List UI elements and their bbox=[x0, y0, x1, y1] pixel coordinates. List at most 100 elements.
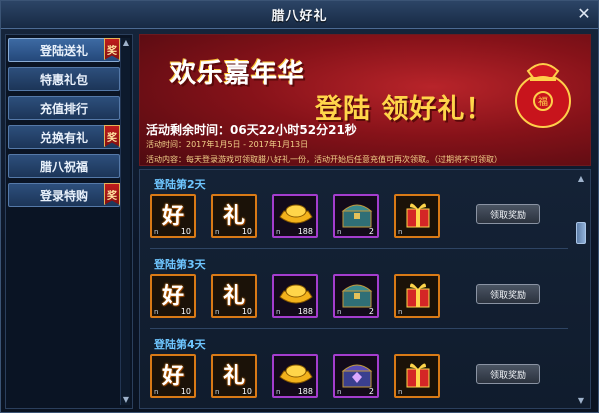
reward-row: 登陆第3天 好 n 10 礼 n 10 n 188 n 2 n 领取奖励 bbox=[150, 256, 566, 326]
item-count: 10 bbox=[180, 227, 191, 236]
li-char-icon: 礼 bbox=[222, 364, 245, 389]
reward-items: 好 n 10 礼 n 10 n 188 n 2 n bbox=[150, 274, 455, 318]
treasure-chest-icon bbox=[341, 204, 373, 228]
gold-ingot-icon bbox=[279, 284, 313, 304]
gift-box-icon bbox=[406, 203, 430, 228]
item-n: n bbox=[337, 388, 342, 396]
reward-row: 登陆第2天 好 n 10 礼 n 10 n 188 n 2 n 领取奖励 bbox=[150, 176, 566, 246]
hao-char-icon: 好 bbox=[161, 364, 184, 389]
item-n: n bbox=[398, 228, 403, 236]
item-li[interactable]: 礼 n 10 bbox=[211, 194, 257, 238]
row-divider bbox=[150, 328, 568, 329]
gift-box-icon bbox=[406, 363, 430, 388]
hao-char-icon: 好 bbox=[161, 284, 184, 309]
window-title: 腊八好礼 bbox=[271, 9, 328, 24]
item-li[interactable]: 礼 n 10 bbox=[211, 354, 257, 398]
item-n: n bbox=[215, 388, 220, 396]
claim-reward-button[interactable]: 领取奖励 bbox=[476, 204, 540, 224]
item-count: 188 bbox=[297, 307, 313, 316]
scroll-thumb[interactable] bbox=[576, 222, 586, 244]
event-banner: 欢乐嘉年华 登陆 领好礼！ 福 活动剩余时间：06天22小时52分21秒 活动时… bbox=[139, 34, 591, 166]
item-count: 188 bbox=[297, 387, 313, 396]
day-label: 登陆第2天 bbox=[154, 178, 206, 191]
event-date-range: 活动时间：2017年1月5日 - 2017年1月13日 bbox=[146, 140, 309, 149]
scroll-down-icon[interactable]: ▼ bbox=[121, 395, 131, 405]
sidebar: 登陆送礼 奖 特惠礼包 充值排行 兑换有礼 奖 腊八祝福 登录特购 奖 ▲ ▼ bbox=[5, 34, 133, 409]
sidebar-item-discount-pack[interactable]: 特惠礼包 bbox=[8, 67, 120, 91]
item-n: n bbox=[398, 388, 403, 396]
reward-scrollbar[interactable]: ▲ ▼ bbox=[575, 174, 587, 406]
li-char-icon: 礼 bbox=[222, 204, 245, 229]
item-n: n bbox=[337, 228, 342, 236]
svg-text:福: 福 bbox=[538, 95, 548, 108]
reward-badge-icon: 奖 bbox=[104, 125, 120, 147]
treasure-chest-icon bbox=[341, 284, 373, 308]
reward-row: 登陆第4天 好 n 10 礼 n 10 n 188 n 2 n 领取奖励 bbox=[150, 336, 566, 406]
row-divider bbox=[150, 248, 568, 249]
item-count: 2 bbox=[368, 387, 374, 396]
reward-list: 登陆第2天 好 n 10 礼 n 10 n 188 n 2 n 领取奖励 登陆第… bbox=[139, 169, 591, 409]
sidebar-item-recharge-rank[interactable]: 充值排行 bbox=[8, 96, 120, 120]
sidebar-item-laba-blessing[interactable]: 腊八祝福 bbox=[8, 154, 120, 178]
gold-ingot-icon bbox=[279, 204, 313, 224]
item-chest[interactable]: n 2 bbox=[333, 194, 379, 238]
item-gold-ingot[interactable]: n 188 bbox=[272, 354, 318, 398]
scroll-up-icon[interactable]: ▲ bbox=[576, 174, 586, 184]
sidebar-item-label: 充值排行 bbox=[39, 101, 88, 116]
banner-headline: 欢乐嘉年华 bbox=[170, 59, 306, 89]
item-count: 10 bbox=[241, 227, 252, 236]
sidebar-scrollbar[interactable]: ▲ ▼ bbox=[120, 38, 130, 405]
day-label: 登陆第4天 bbox=[154, 338, 206, 351]
item-n: n bbox=[154, 388, 159, 396]
sidebar-item-login-purchase[interactable]: 登录特购 奖 bbox=[8, 183, 120, 207]
lucky-bag-icon: 福 bbox=[515, 63, 571, 128]
item-n: n bbox=[154, 228, 159, 236]
hao-char-icon: 好 bbox=[161, 204, 184, 229]
sidebar-item-login-gift[interactable]: 登陆送礼 奖 bbox=[8, 38, 120, 62]
scroll-down-icon[interactable]: ▼ bbox=[576, 396, 586, 406]
reward-items: 好 n 10 礼 n 10 n 188 n 2 n bbox=[150, 194, 455, 238]
time-remaining: 活动剩余时间：06天22小时52分21秒 bbox=[146, 123, 357, 137]
item-amethyst-chest[interactable]: n 2 bbox=[333, 354, 379, 398]
item-n: n bbox=[276, 228, 281, 236]
claim-reward-button[interactable]: 领取奖励 bbox=[476, 284, 540, 304]
item-n: n bbox=[398, 308, 403, 316]
gold-ingot-icon bbox=[279, 364, 313, 384]
item-gold-ingot[interactable]: n 188 bbox=[272, 274, 318, 318]
item-gift-box[interactable]: n bbox=[394, 194, 440, 238]
item-n: n bbox=[215, 228, 220, 236]
item-count: 10 bbox=[180, 387, 191, 396]
sidebar-item-label: 登录特购 bbox=[39, 188, 88, 203]
item-gift-box[interactable]: n bbox=[394, 274, 440, 318]
item-n: n bbox=[276, 308, 281, 316]
reward-badge-icon: 奖 bbox=[104, 183, 120, 205]
item-gift-box[interactable]: n bbox=[394, 354, 440, 398]
li-char-icon: 礼 bbox=[222, 284, 245, 309]
day-label: 登陆第3天 bbox=[154, 258, 206, 271]
item-count: 10 bbox=[180, 307, 191, 316]
item-count: 10 bbox=[241, 307, 252, 316]
claim-reward-button[interactable]: 领取奖励 bbox=[476, 364, 540, 384]
reward-items: 好 n 10 礼 n 10 n 188 n 2 n bbox=[150, 354, 455, 398]
event-content: 活动内容：每天登录游戏可领取腊八好礼一份，活动开始后任意充值可再次领取。（过期将… bbox=[146, 155, 502, 164]
item-n: n bbox=[215, 308, 220, 316]
item-hao[interactable]: 好 n 10 bbox=[150, 354, 196, 398]
item-count: 2 bbox=[368, 227, 374, 236]
item-count: 2 bbox=[368, 307, 374, 316]
reward-badge-icon: 奖 bbox=[104, 38, 120, 60]
close-icon[interactable]: ✕ bbox=[574, 4, 594, 24]
item-count: 188 bbox=[297, 227, 313, 236]
sidebar-item-exchange-gift[interactable]: 兑换有礼 奖 bbox=[8, 125, 120, 149]
item-n: n bbox=[154, 308, 159, 316]
title-bar: 腊八好礼 ✕ bbox=[1, 1, 598, 29]
sidebar-item-label: 腊八祝福 bbox=[39, 159, 88, 174]
item-hao[interactable]: 好 n 10 bbox=[150, 274, 196, 318]
scroll-up-icon[interactable]: ▲ bbox=[121, 38, 131, 48]
item-hao[interactable]: 好 n 10 bbox=[150, 194, 196, 238]
item-li[interactable]: 礼 n 10 bbox=[211, 274, 257, 318]
item-chest[interactable]: n 2 bbox=[333, 274, 379, 318]
item-n: n bbox=[337, 308, 342, 316]
sidebar-item-label: 兑换有礼 bbox=[39, 130, 88, 145]
item-gold-ingot[interactable]: n 188 bbox=[272, 194, 318, 238]
event-window: 腊八好礼 ✕ 登陆送礼 奖 特惠礼包 充值排行 兑换有礼 奖 腊八祝福 登录特购 bbox=[0, 0, 599, 413]
